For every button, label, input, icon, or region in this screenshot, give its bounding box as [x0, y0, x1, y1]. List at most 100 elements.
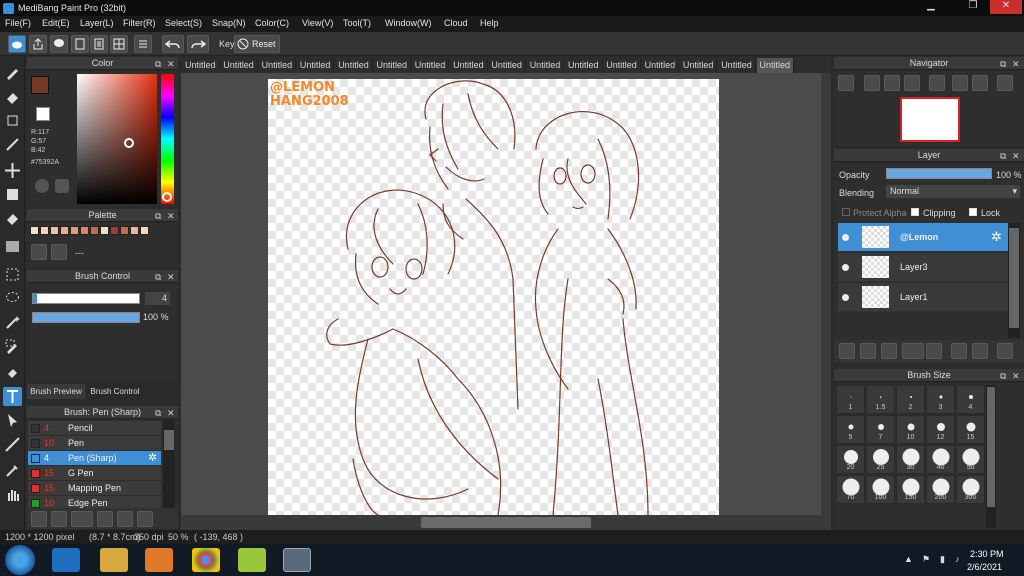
popout-icon[interactable]: ⧉ — [155, 407, 161, 419]
gradient-tool-icon[interactable] — [3, 237, 22, 256]
shape-tool-icon[interactable] — [3, 185, 22, 204]
palette-swatch[interactable] — [30, 226, 39, 235]
new-8bit-layer-icon[interactable] — [881, 343, 897, 359]
reset-button[interactable]: Reset — [234, 35, 280, 53]
brush-size-option[interactable]: 300 — [956, 475, 985, 504]
gear-icon[interactable]: ✲ — [991, 229, 1002, 245]
hand-tool-icon[interactable] — [3, 485, 22, 504]
primary-color-swatch[interactable] — [31, 76, 49, 94]
menu-color[interactable]: Color(C) — [255, 18, 289, 28]
trash-icon[interactable] — [997, 343, 1013, 359]
menu-snap[interactable]: Snap(N) — [212, 18, 246, 28]
rotate-left-icon[interactable] — [929, 75, 945, 91]
menu-help[interactable]: Help — [480, 18, 499, 28]
document-tab[interactable]: Untitled — [526, 58, 565, 73]
brush-size-option[interactable]: 20 — [836, 445, 865, 474]
dot-tool-icon[interactable] — [3, 111, 22, 130]
magic-wand-icon[interactable] — [3, 313, 22, 332]
maximize-button[interactable]: ❐ — [960, 0, 986, 14]
select-tool-icon[interactable] — [3, 265, 22, 284]
popout-icon[interactable]: ⧉ — [155, 58, 161, 70]
eraser-tool-icon[interactable] — [3, 87, 22, 106]
drawing-canvas[interactable]: @LEMON HANG2008 — [268, 79, 719, 515]
palette-swatch[interactable] — [100, 226, 109, 235]
menu-window[interactable]: Window(W) — [385, 18, 432, 28]
gear-icon[interactable]: ✲ — [148, 451, 157, 464]
color-wheel-icon[interactable] — [35, 179, 49, 193]
medibang-taskbar-icon[interactable] — [283, 548, 311, 572]
palette-swatch[interactable] — [80, 226, 89, 235]
menu-cloud[interactable]: Cloud — [444, 18, 468, 28]
duplicate-icon[interactable] — [951, 343, 967, 359]
menu-tool[interactable]: Tool(T) — [343, 18, 371, 28]
brush-size-option[interactable]: 3 — [926, 385, 955, 414]
file-explorer-icon[interactable] — [100, 548, 128, 572]
cloud-brush-icon[interactable] — [31, 511, 47, 527]
brush-size-option[interactable]: 5 — [836, 415, 865, 444]
layer-opacity-slider[interactable] — [886, 168, 992, 179]
actual-size-icon[interactable] — [952, 75, 968, 91]
popout-icon[interactable]: ⧉ — [155, 271, 161, 283]
palette-swatch[interactable] — [90, 226, 99, 235]
document-tab[interactable]: Untitled — [718, 58, 756, 73]
popout-icon[interactable]: ⧉ — [1000, 58, 1006, 70]
app-icon[interactable] — [238, 548, 266, 572]
brush-size-option[interactable]: 100 — [866, 475, 895, 504]
new-palette-icon[interactable] — [31, 244, 47, 260]
protect-alpha-checkbox[interactable] — [842, 208, 850, 216]
brush-size-option[interactable]: 12 — [926, 415, 955, 444]
clipping-checkbox[interactable] — [911, 208, 919, 216]
eyedropper-tool-icon[interactable] — [3, 461, 22, 480]
visibility-icon[interactable] — [842, 264, 849, 271]
popout-icon[interactable]: ⧉ — [155, 210, 161, 222]
brush-size-option[interactable]: 200 — [926, 475, 955, 504]
layer-row[interactable]: @Lemon ✲ — [838, 223, 1008, 252]
brush-list-scrollbar[interactable] — [163, 420, 175, 508]
visibility-icon[interactable] — [842, 234, 849, 241]
secondary-color-swatch[interactable] — [36, 107, 50, 121]
select-eraser-icon[interactable] — [3, 361, 22, 380]
blur-tool-icon[interactable] — [3, 135, 22, 154]
menu-view[interactable]: View(V) — [302, 18, 333, 28]
zoom-in-icon[interactable] — [838, 75, 854, 91]
close-icon[interactable]: ✕ — [167, 407, 175, 419]
text-tool-icon[interactable] — [3, 387, 22, 406]
tab-brush-preview[interactable]: Brush Preview — [27, 384, 85, 399]
palette-swatch[interactable] — [50, 226, 59, 235]
document-tab[interactable]: Untitled — [679, 58, 718, 73]
brush-size-slider[interactable] — [32, 293, 140, 304]
rotate-right-icon[interactable] — [972, 75, 988, 91]
document-tab[interactable]: Untitled — [411, 58, 450, 73]
brush-size-option[interactable]: 40 — [926, 445, 955, 474]
close-icon[interactable]: ✕ — [167, 58, 175, 70]
close-icon[interactable]: ✕ — [1012, 370, 1020, 382]
brush-size-option[interactable]: 7 — [866, 415, 895, 444]
brush-size-option[interactable]: 2 — [896, 385, 925, 414]
undo-icon[interactable] — [162, 35, 184, 53]
document-tab[interactable]: Untitled — [373, 58, 412, 73]
color-saturation-field[interactable] — [77, 74, 157, 204]
document-icon[interactable] — [71, 35, 89, 53]
merge-down-icon[interactable] — [972, 343, 988, 359]
scrollbar-thumb[interactable] — [164, 430, 174, 450]
redo-icon[interactable] — [187, 35, 209, 53]
add-brush-icon[interactable] — [71, 511, 93, 527]
minimize-button[interactable]: ▁ — [918, 0, 944, 14]
tab-brush-control[interactable]: Brush Control — [86, 384, 144, 399]
brush-size-option[interactable]: 25 — [866, 445, 895, 474]
document-tab[interactable]: Untitled — [565, 58, 603, 73]
internet-explorer-icon[interactable] — [52, 548, 80, 572]
brush-size-scrollbar[interactable] — [986, 385, 996, 528]
signal-icon[interactable]: ▮ — [940, 554, 945, 565]
folder-icon[interactable] — [97, 511, 113, 527]
palette-swatch[interactable] — [130, 226, 139, 235]
brush-opacity-slider[interactable] — [32, 312, 140, 323]
color-picker-cursor[interactable] — [124, 138, 134, 148]
palette-swatch[interactable] — [120, 226, 129, 235]
clock-time[interactable]: 2:30 PM — [970, 549, 1004, 559]
menu-filter[interactable]: Filter(R) — [123, 18, 156, 28]
navigator-thumbnail[interactable] — [900, 97, 960, 142]
notes-icon[interactable] — [90, 35, 108, 53]
palette-swatch[interactable] — [70, 226, 79, 235]
close-icon[interactable]: ✕ — [167, 210, 175, 222]
